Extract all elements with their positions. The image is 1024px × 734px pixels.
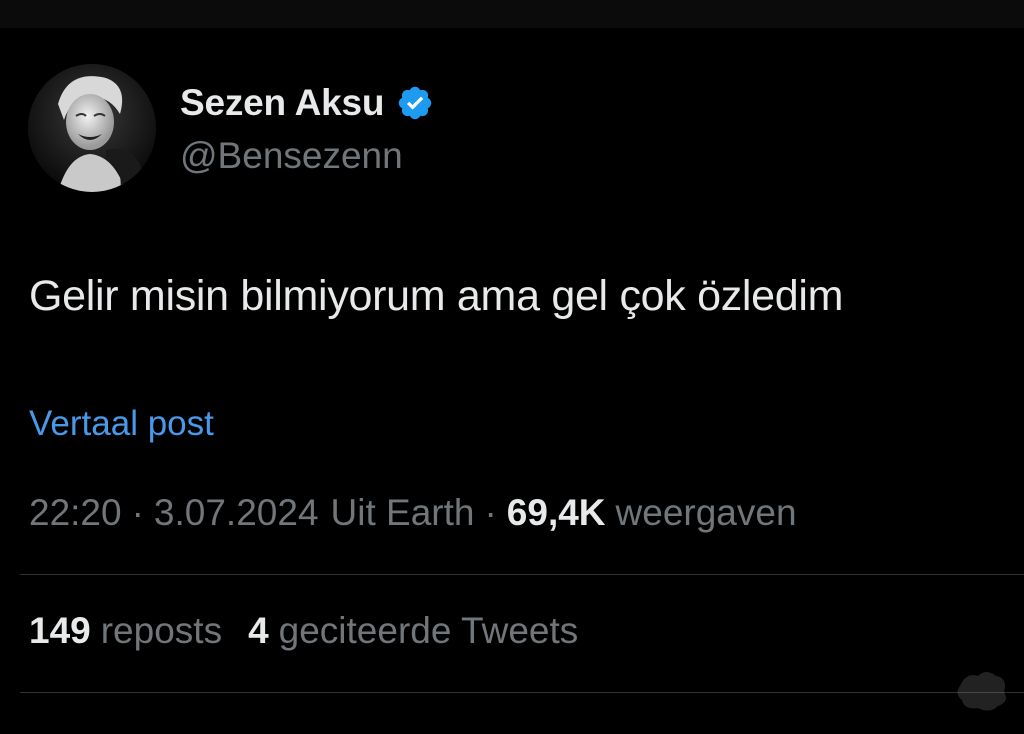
meta-separator: · [484,492,497,533]
verified-badge-icon [396,84,434,122]
translate-post-link[interactable]: Vertaal post [29,404,214,444]
avatar-image [28,64,156,192]
engagement-stats: 149 reposts 4 geciteerde Tweets [29,610,604,652]
tweet-time[interactable]: 22:20 [29,492,122,534]
tweet-meta: 22:20 · 3.07.2024 Uit Earth · 69,4K weer… [29,492,797,534]
tweet-location: Uit Earth [330,492,475,533]
author-name-row[interactable]: Sezen Aksu [180,80,434,126]
reposts-label: reposts [100,610,223,651]
quotes-count: 4 [248,610,269,651]
divider [20,692,1024,693]
tweet-text: Gelir misin bilmiyorum ama gel çok özled… [29,272,844,320]
reposts-count: 149 [29,610,91,651]
reposts-stat[interactable]: 149 reposts [29,610,222,652]
quotes-label: geciteerde Tweets [278,610,579,651]
author-handle[interactable]: @Bensezenn [180,135,403,177]
tweet-date[interactable]: 3.07.2024 [154,492,319,534]
views-label: weergaven [615,492,797,533]
watermark-icon [952,664,1012,714]
avatar[interactable] [28,64,156,192]
views-count: 69,4K [506,492,606,533]
quotes-stat[interactable]: 4 geciteerde Tweets [248,610,578,652]
meta-separator: · [131,492,144,533]
divider [20,574,1024,575]
author-display-name[interactable]: Sezen Aksu [180,82,385,124]
tweet-detail: Sezen Aksu @Bensezenn Gelir misin bilmiy… [0,0,1024,734]
